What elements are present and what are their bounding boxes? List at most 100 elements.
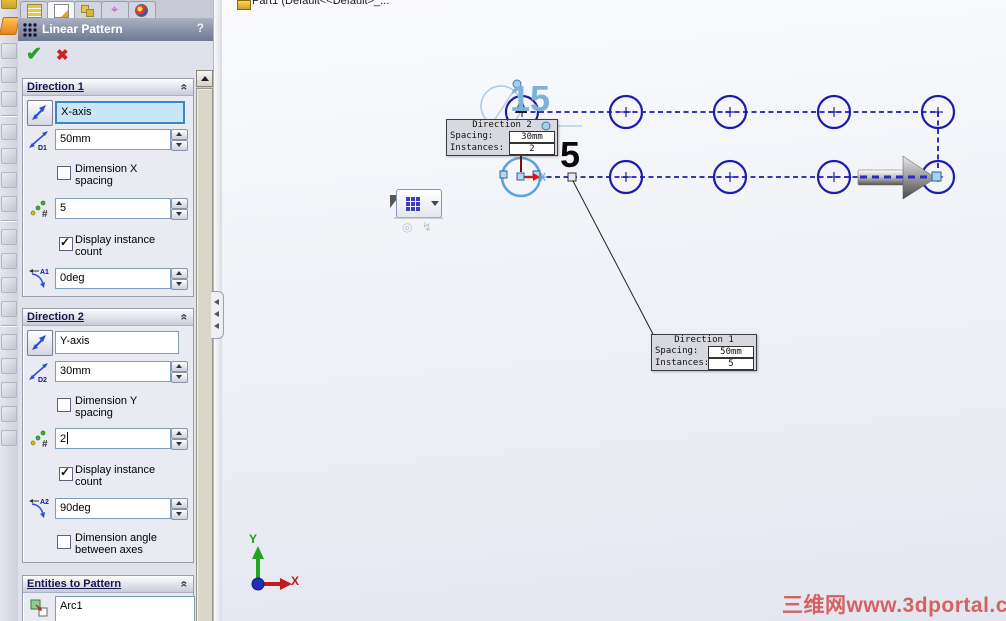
feature-tool-icon[interactable]: [1, 172, 17, 188]
handles-overlay: [541, 121, 551, 131]
direction2-spacing-spinner[interactable]: [171, 361, 188, 383]
spin-down-icon[interactable]: [171, 279, 188, 290]
feature-tool-icon[interactable]: [1, 430, 17, 446]
spin-down-icon[interactable]: [171, 372, 188, 383]
direction1-reverse-button[interactable]: [27, 100, 53, 126]
callout-spacing-label: Spacing:: [655, 346, 699, 356]
direction1-spacing-spinner[interactable]: [171, 129, 188, 151]
triad-x-label: X: [291, 574, 300, 588]
tab-configurationmanager[interactable]: [74, 1, 102, 19]
direction1-group: Direction 1 « X-axis D1 50mm Dimension X…: [22, 78, 194, 297]
direction1-header[interactable]: Direction 1 «: [23, 79, 193, 96]
display-instance-count-d2-checkbox[interactable]: [59, 465, 73, 481]
collapse-chevron-icon[interactable]: «: [178, 314, 192, 321]
feature-tool-icon[interactable]: [1, 91, 17, 107]
direction2-reverse-button[interactable]: [27, 330, 53, 356]
direction1-spacing-field[interactable]: 50mm: [55, 129, 171, 150]
feature-tool-icon[interactable]: [1, 229, 17, 245]
panel-scrollbar[interactable]: [196, 70, 213, 621]
direction2-count-field[interactable]: 2: [55, 428, 171, 449]
seed-handles[interactable]: [499, 170, 547, 182]
feature-tool-icon[interactable]: [1, 334, 17, 350]
direction1-header-label: Direction 1: [27, 81, 84, 93]
panel-actions: ✔ ✖: [18, 41, 213, 70]
spin-up-icon[interactable]: [171, 198, 188, 209]
feature-tool-icon[interactable]: [1, 0, 17, 9]
dimxpert-target-icon: ⌖: [111, 2, 118, 16]
dimension-y-spacing-checkbox[interactable]: [57, 398, 71, 412]
callout-instances-label: Instances:: [655, 358, 710, 368]
configurationmanager-icon: [81, 4, 94, 17]
feature-tool-icon[interactable]: [1, 124, 17, 140]
spin-down-icon[interactable]: [171, 439, 188, 450]
tab-displaymanager[interactable]: [128, 1, 156, 19]
feature-tool-icon[interactable]: [1, 148, 17, 164]
display-instance-count-d1-checkbox[interactable]: [59, 235, 73, 251]
active-feature-tool-icon[interactable]: [0, 17, 18, 35]
spacing-d1-icon: D1: [27, 129, 51, 153]
feature-tool-icon[interactable]: [1, 382, 17, 398]
dimension-x-spacing-checkbox[interactable]: [57, 166, 71, 180]
feature-tool-icon[interactable]: [1, 196, 17, 212]
help-icon[interactable]: ?: [197, 21, 204, 35]
graphics-viewport[interactable]: Part1 (Default<<Default>_... 15 5 Direct…: [222, 0, 1006, 621]
direction2-angle-spinner[interactable]: [171, 498, 188, 520]
spin-up-icon[interactable]: [171, 428, 188, 439]
spin-down-icon[interactable]: [171, 140, 188, 151]
toolbar-shadow: [394, 217, 443, 219]
callout-spacing-value[interactable]: 30mm: [509, 131, 555, 143]
panel-collapse-handle[interactable]: [211, 291, 224, 339]
spin-down-icon[interactable]: [171, 509, 188, 520]
spin-up-icon[interactable]: [171, 361, 188, 372]
direction2-callout[interactable]: Direction 2 Spacing: 30mm Instances: 2: [446, 119, 558, 156]
entities-listbox[interactable]: Arc1: [55, 596, 195, 621]
feature-tool-icon[interactable]: [1, 253, 17, 269]
tab-featuremanager[interactable]: [20, 1, 48, 19]
feature-tool-icon[interactable]: [1, 301, 17, 317]
direction1-angle-spinner[interactable]: [171, 268, 188, 290]
feature-tool-icon[interactable]: [1, 67, 17, 83]
direction1-drag-arrow[interactable]: [857, 155, 942, 200]
pattern-circle: [608, 159, 644, 195]
hidden-tool-icon: ↯: [422, 220, 433, 234]
tab-propertymanager[interactable]: [47, 1, 75, 19]
entities-list-item[interactable]: Arc1: [60, 600, 83, 612]
direction2-spacing-field[interactable]: 30mm: [55, 361, 171, 382]
direction2-count-spinner[interactable]: [171, 428, 188, 450]
scrollbar-thumb[interactable]: [196, 88, 213, 621]
feature-tool-icon[interactable]: [1, 43, 17, 59]
text-caret: [67, 432, 69, 444]
linear-sketch-pattern-button[interactable]: [396, 189, 430, 218]
direction2-angle-field[interactable]: 90deg: [55, 498, 171, 519]
direction2-axis-field[interactable]: Y-axis: [55, 331, 179, 354]
entities-header[interactable]: Entities to Pattern «: [23, 576, 193, 593]
spin-up-icon[interactable]: [171, 498, 188, 509]
feature-tool-icon[interactable]: [1, 406, 17, 422]
direction2-header[interactable]: Direction 2 «: [23, 309, 193, 326]
spin-up-icon[interactable]: [171, 268, 188, 279]
callout-instances-value[interactable]: 5: [708, 358, 754, 370]
pattern-dropdown-button[interactable]: [428, 189, 442, 218]
tab-dimxpertmanager[interactable]: ⌖: [101, 1, 129, 19]
collapse-chevron-icon[interactable]: «: [178, 581, 192, 588]
direction1-angle-field[interactable]: 0deg: [55, 268, 171, 289]
ok-check-button[interactable]: ✔: [26, 43, 42, 66]
pattern-geometry: [251, 79, 956, 591]
direction1-axis-field[interactable]: X-axis: [55, 101, 185, 124]
instance-count-text[interactable]: 5: [560, 134, 580, 176]
callout-spacing-value[interactable]: 50mm: [708, 346, 754, 358]
dimension-angle-between-axes-checkbox[interactable]: [57, 535, 71, 549]
callout-instances-value[interactable]: 2: [509, 143, 555, 155]
direction1-count-spinner[interactable]: [171, 198, 188, 220]
cancel-x-button[interactable]: ✖: [56, 46, 69, 64]
sketch-dimension-text[interactable]: 15: [510, 78, 550, 120]
spin-down-icon[interactable]: [171, 209, 188, 220]
feature-tool-icon[interactable]: [1, 277, 17, 293]
direction1-callout[interactable]: Direction 1 Spacing: 50mm Instances: 5: [651, 334, 757, 371]
direction1-count-field[interactable]: 5: [55, 198, 171, 219]
feature-tool-icon[interactable]: [1, 358, 17, 374]
spin-up-icon[interactable]: [171, 129, 188, 140]
watermark-text: 三维网www.3dportal.cn: [782, 594, 1006, 617]
scrollbar-up-icon[interactable]: [196, 70, 213, 87]
collapse-chevron-icon[interactable]: «: [178, 84, 192, 91]
